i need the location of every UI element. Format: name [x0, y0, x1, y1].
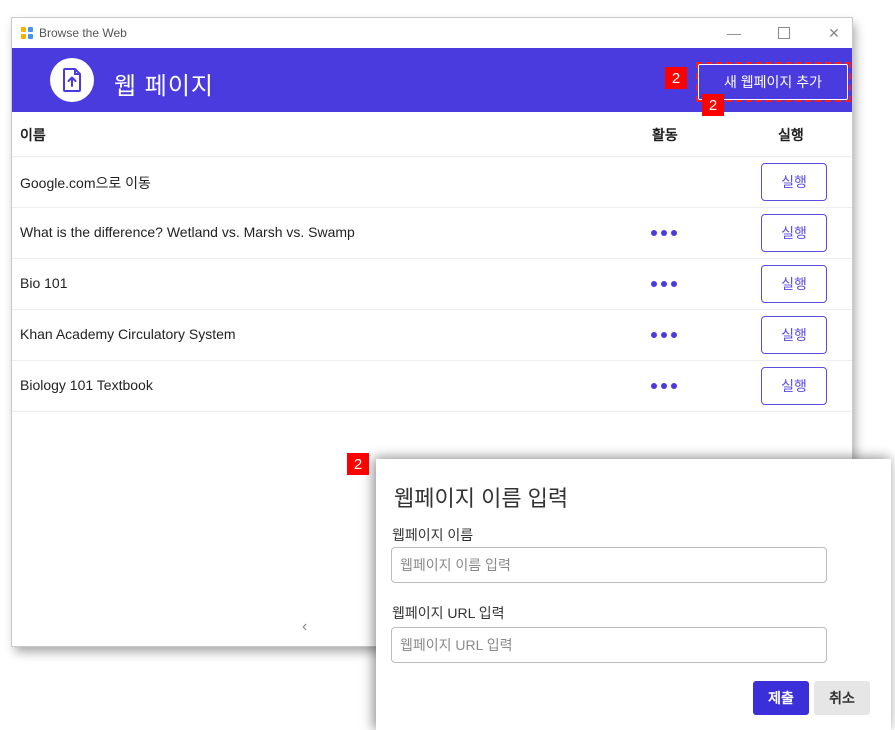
run-button[interactable]: 실행	[761, 265, 827, 303]
more-dots-icon[interactable]	[651, 277, 683, 291]
cancel-button[interactable]: 취소	[814, 681, 870, 715]
run-button[interactable]: 실행	[761, 214, 827, 252]
webpage-url-label: 웹페이지 URL 입력	[392, 605, 505, 621]
webpage-url-input[interactable]	[391, 627, 827, 663]
table-row: Khan Academy Circulatory System 실행	[12, 309, 852, 360]
more-dots-icon[interactable]	[651, 379, 683, 393]
webpage-name-input[interactable]	[391, 547, 827, 583]
title-bar: Browse the Web — ✕	[12, 18, 852, 48]
row-name: Google.com으로 이동	[20, 175, 151, 191]
annotation-badge: 2	[665, 67, 687, 89]
close-icon[interactable]: ✕	[818, 22, 850, 44]
run-button[interactable]: 실행	[761, 163, 827, 201]
dialog-title: 웹페이지 이름 입력	[394, 486, 569, 511]
run-button[interactable]: 실행	[761, 316, 827, 354]
row-name: What is the difference? Wetland vs. Mars…	[20, 224, 355, 240]
more-dots-icon[interactable]	[651, 328, 683, 342]
webpage-list: Google.com으로 이동 실행 What is the differenc…	[12, 156, 852, 412]
webpage-name-label: 웹페이지 이름	[392, 527, 474, 543]
app-grid-icon	[21, 27, 33, 39]
minimize-icon[interactable]: —	[718, 22, 750, 44]
window-title: Browse the Web	[39, 26, 127, 40]
row-name: Khan Academy Circulatory System	[20, 326, 236, 342]
table-row: Biology 101 Textbook 실행	[12, 360, 852, 412]
table-row: Google.com으로 이동 실행	[12, 156, 852, 207]
table-row: Bio 101 실행	[12, 258, 852, 309]
column-header-activity: 활동	[652, 127, 678, 143]
column-header-run: 실행	[778, 127, 804, 143]
row-name: Bio 101	[20, 275, 68, 291]
table-header: 이름 활동 실행	[12, 112, 852, 156]
run-button[interactable]: 실행	[761, 367, 827, 405]
add-webpage-dialog: 웹페이지 이름 입력 웹페이지 이름 웹페이지 URL 입력 제출 취소	[376, 459, 891, 730]
page-header: 웹 페이지 새 웹페이지 추가	[12, 48, 852, 112]
chevron-left-icon[interactable]: ‹	[302, 618, 307, 636]
upload-document-icon	[50, 58, 94, 102]
maximize-icon[interactable]	[768, 22, 800, 44]
column-header-name: 이름	[20, 127, 46, 143]
annotation-badge: 2	[702, 94, 724, 116]
annotation-badge: 2	[347, 453, 369, 475]
submit-button[interactable]: 제출	[753, 681, 809, 715]
page-title: 웹 페이지	[114, 73, 214, 100]
more-dots-icon[interactable]	[651, 226, 683, 240]
row-name: Biology 101 Textbook	[20, 377, 153, 393]
table-row: What is the difference? Wetland vs. Mars…	[12, 207, 852, 258]
